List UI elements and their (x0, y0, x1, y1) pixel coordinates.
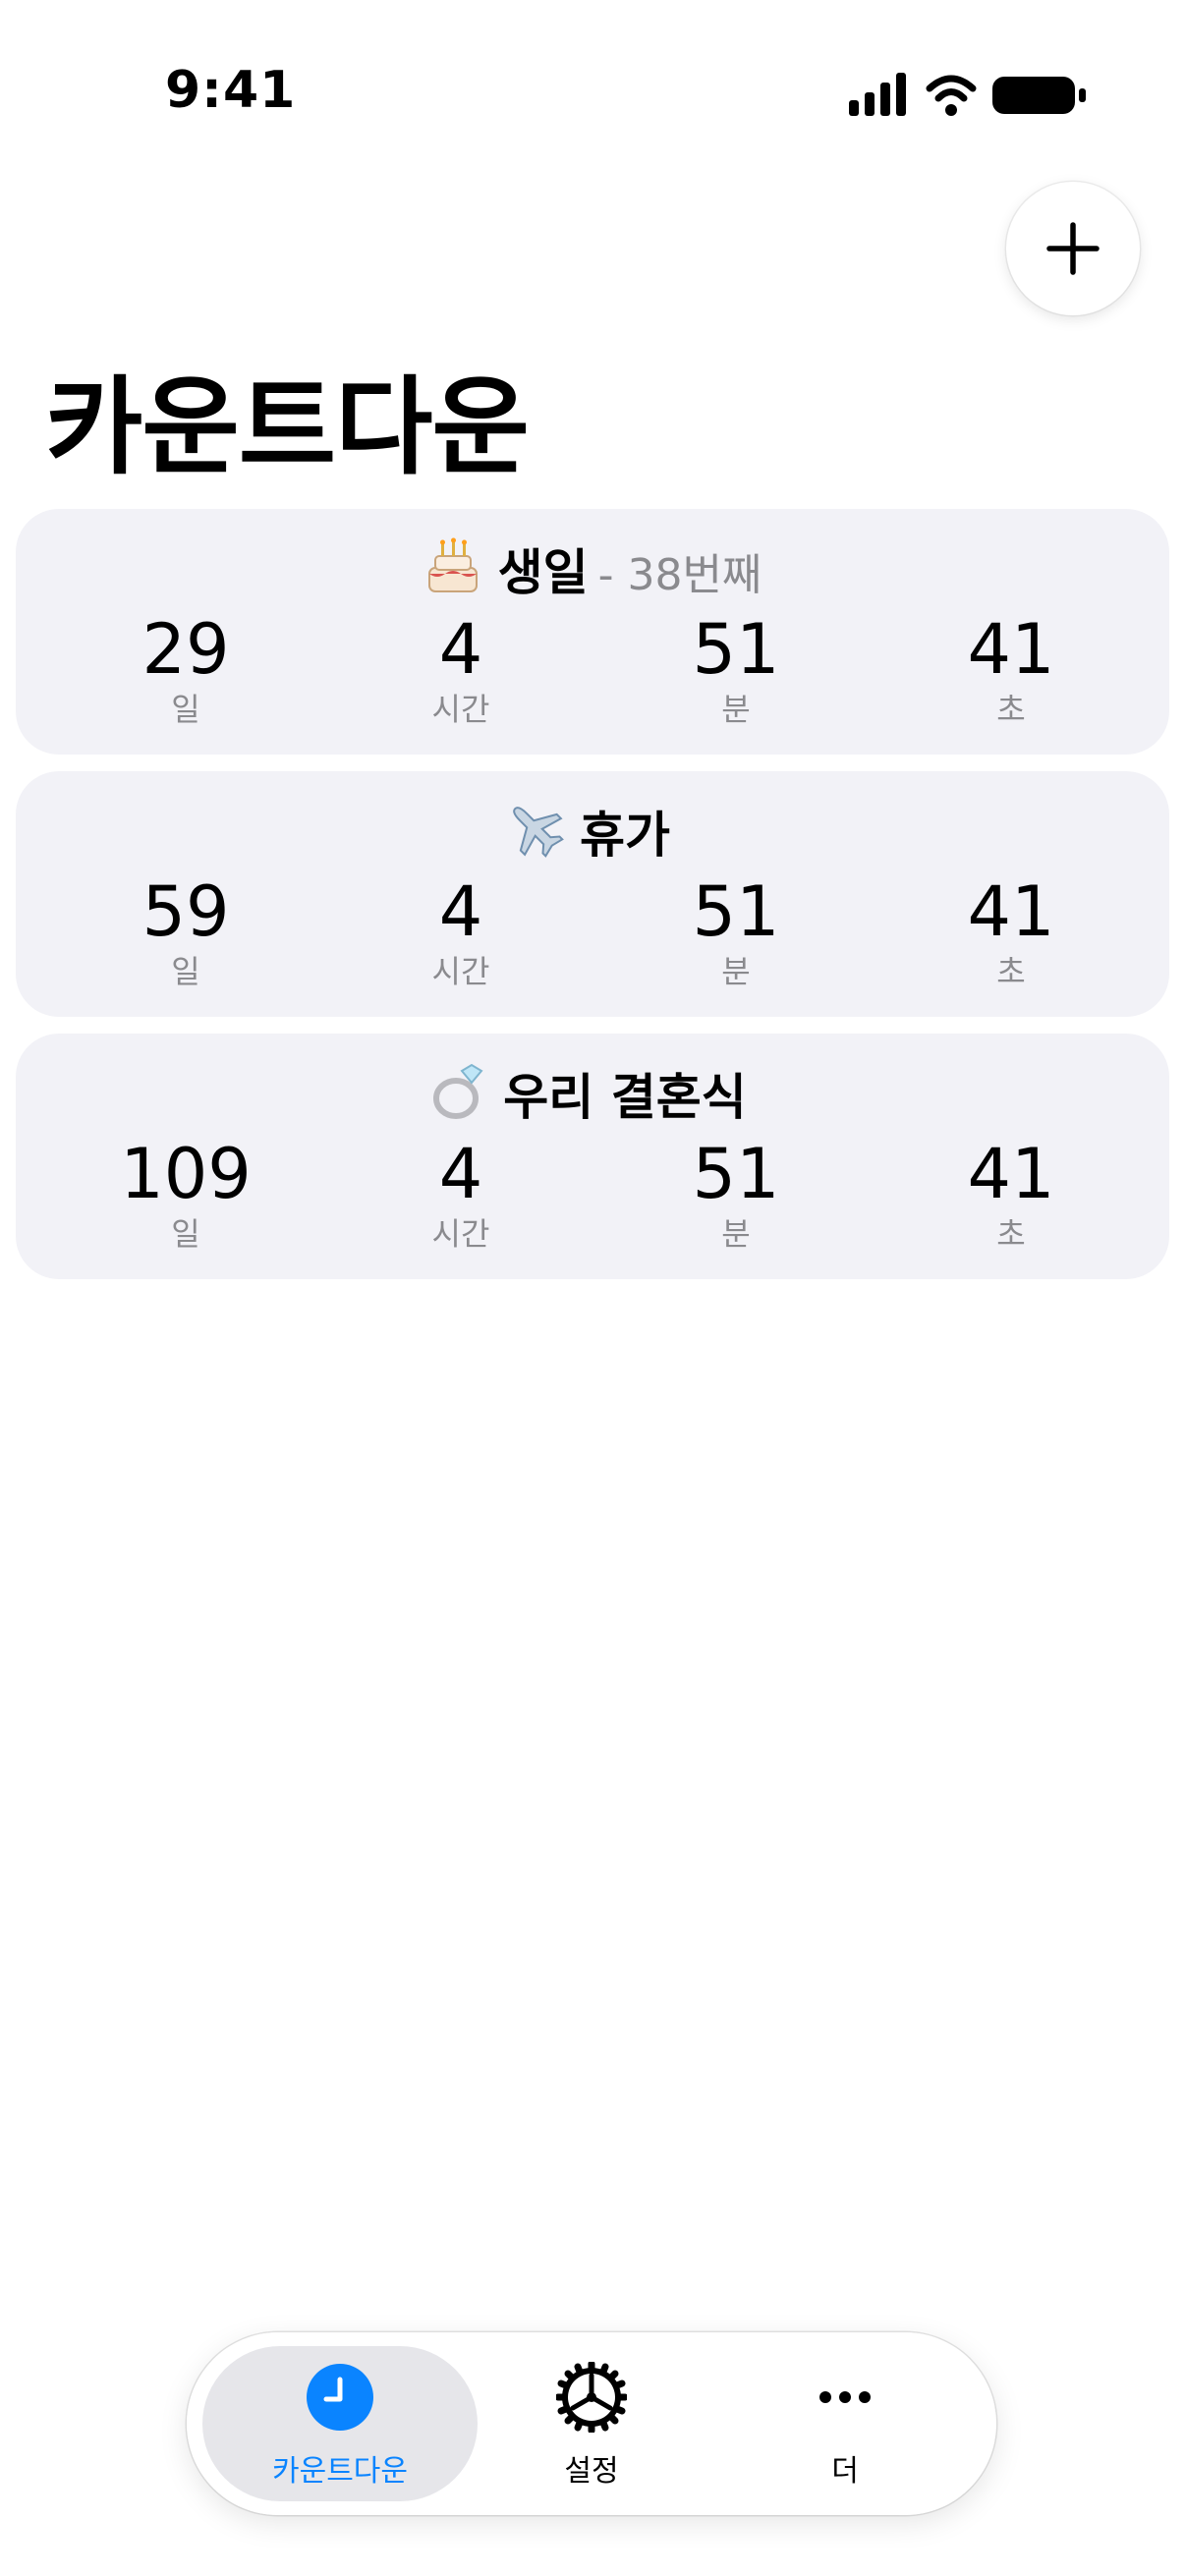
hours-cell: 4 시간 (353, 611, 569, 729)
airplane-icon (505, 799, 564, 858)
card-title: 생일 (497, 544, 589, 601)
days-value: 29 (141, 609, 230, 690)
minutes-unit: 분 (721, 953, 751, 990)
card-header: 생일 - 38번째 (16, 536, 1169, 605)
ellipsis-icon (819, 2391, 871, 2403)
minutes-cell: 51 분 (628, 1136, 844, 1254)
wifi-dot (945, 104, 957, 116)
seconds-cell: 41 초 (903, 611, 1119, 729)
days-cell: 109 일 (78, 1136, 294, 1254)
minutes-cell: 51 분 (628, 873, 844, 991)
seconds-value: 41 (967, 1134, 1055, 1214)
days-unit: 일 (171, 953, 200, 990)
cellular-signal-icon (849, 73, 906, 116)
gear-icon (556, 2362, 627, 2433)
minutes-unit: 분 (721, 691, 751, 728)
card-title: 우리 결혼식 (503, 1069, 747, 1126)
birthday-cake-icon (423, 536, 482, 595)
countdown-card-birthday[interactable]: 생일 - 38번째 29 일 4 시간 51 분 41 초 (16, 509, 1169, 755)
card-header: 우리 결혼식 (16, 1061, 1169, 1130)
minutes-unit: 분 (721, 1215, 751, 1253)
tab-more[interactable]: 더 (727, 2362, 963, 2499)
time-cells: 29 일 4 시간 51 분 41 초 (16, 611, 1169, 739)
hours-value: 4 (438, 1134, 483, 1214)
countdown-list: 생일 - 38번째 29 일 4 시간 51 분 41 초 휴가 59 일 4 … (16, 509, 1169, 1296)
status-time: 9:41 (165, 61, 297, 120)
status-icons (849, 73, 1086, 116)
seconds-value: 41 (967, 609, 1055, 690)
days-value: 109 (120, 1134, 252, 1214)
countdown-card-vacation[interactable]: 휴가 59 일 4 시간 51 분 41 초 (16, 771, 1169, 1017)
seconds-value: 41 (967, 871, 1055, 952)
hours-unit: 시간 (431, 1215, 490, 1253)
time-cells: 59 일 4 시간 51 분 41 초 (16, 873, 1169, 1001)
seconds-unit: 초 (996, 953, 1026, 990)
plus-icon (1046, 222, 1100, 275)
tab-label: 설정 (564, 2454, 619, 2489)
countdown-card-wedding[interactable]: 우리 결혼식 109 일 4 시간 51 분 41 초 (16, 1034, 1169, 1279)
days-cell: 59 일 (78, 873, 294, 991)
time-cells: 109 일 4 시간 51 분 41 초 (16, 1136, 1169, 1263)
minutes-value: 51 (692, 1134, 780, 1214)
hours-cell: 4 시간 (353, 1136, 569, 1254)
seconds-unit: 초 (996, 1215, 1026, 1253)
battery-icon (992, 77, 1086, 114)
days-cell: 29 일 (78, 611, 294, 729)
days-value: 59 (141, 871, 230, 952)
seconds-cell: 41 초 (903, 1136, 1119, 1254)
clock-icon (307, 2364, 373, 2431)
seconds-unit: 초 (996, 691, 1026, 728)
minutes-cell: 51 분 (628, 611, 844, 729)
hours-cell: 4 시간 (353, 873, 569, 991)
tab-label: 더 (831, 2454, 859, 2489)
add-countdown-button[interactable] (1006, 182, 1140, 315)
page-title: 카운트다운 (45, 366, 530, 489)
days-unit: 일 (171, 691, 200, 728)
tab-settings[interactable]: 설정 (474, 2362, 709, 2499)
minutes-value: 51 (692, 871, 780, 952)
card-header: 휴가 (16, 799, 1169, 868)
app-screen: 9:41 카운트다운 생일 - 38번째 29 일 4 시간 51 분 41 초… (0, 0, 1185, 2576)
tab-countdown[interactable]: 카운트다운 (222, 2362, 458, 2499)
tab-label: 카운트다운 (272, 2454, 408, 2489)
hours-value: 4 (438, 871, 483, 952)
card-title: 휴가 (580, 807, 670, 864)
minutes-value: 51 (692, 609, 780, 690)
hours-unit: 시간 (431, 691, 490, 728)
tab-bar: 카운트다운 설정 더 (187, 2332, 996, 2515)
ring-icon (428, 1061, 487, 1120)
days-unit: 일 (171, 1215, 200, 1253)
hours-unit: 시간 (431, 953, 490, 990)
seconds-cell: 41 초 (903, 873, 1119, 991)
wifi-icon (926, 75, 977, 102)
card-subtitle: - 38번째 (597, 550, 762, 600)
hours-value: 4 (438, 609, 483, 690)
